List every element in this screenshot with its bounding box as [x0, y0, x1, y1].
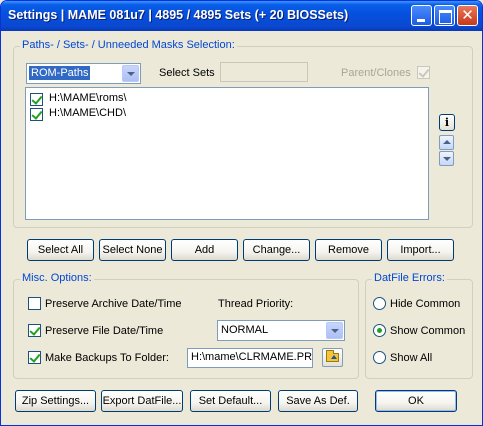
browse-folder-button[interactable]: [322, 348, 343, 367]
move-up-button[interactable]: [439, 135, 454, 150]
paths-group-legend: Paths- / Sets- / Unneeded Masks Selectio…: [20, 39, 237, 51]
datfile-errors-legend: DatFile Errors:: [372, 272, 447, 284]
select-all-button[interactable]: Select All: [27, 239, 94, 261]
add-button[interactable]: Add: [171, 239, 238, 261]
preserve-archive-label[interactable]: Preserve Archive Date/Time: [45, 298, 182, 310]
parent-clones-label: Parent/Clones: [341, 67, 411, 79]
info-icon: i: [444, 116, 450, 129]
show-common-label[interactable]: Show Common: [390, 325, 465, 337]
path-mode-select[interactable]: ROM-Paths: [26, 63, 141, 84]
thread-priority-value: NORMAL: [221, 324, 269, 336]
show-common-radio[interactable]: [373, 324, 386, 337]
path-checkbox[interactable]: [30, 108, 43, 121]
move-down-button[interactable]: [439, 151, 454, 166]
zip-settings-button[interactable]: Zip Settings...: [15, 390, 96, 412]
maximize-button[interactable]: [434, 5, 455, 26]
paths-listbox[interactable]: H:\MAME\roms\ H:\MAME\CHD\: [25, 87, 429, 220]
thread-priority-select[interactable]: NORMAL: [217, 320, 345, 341]
close-button[interactable]: ✕: [457, 5, 478, 26]
thread-priority-label: Thread Priority:: [218, 298, 294, 310]
preserve-file-checkbox[interactable]: [28, 324, 41, 337]
select-sets-label: Select Sets: [159, 67, 215, 79]
remove-button[interactable]: Remove: [315, 239, 382, 261]
chevron-down-icon[interactable]: [122, 65, 139, 82]
select-sets-field: [220, 62, 308, 82]
parent-clones-checkbox: [417, 66, 430, 79]
path-text: H:\MAME\roms\: [49, 92, 127, 104]
import-button[interactable]: Import...: [387, 239, 454, 261]
export-datfile-button[interactable]: Export DatFile...: [101, 390, 183, 412]
backup-folder-field[interactable]: H:\mame\CLRMAME.PR: [187, 348, 313, 368]
window-title: Settings | MAME 081u7 | 4895 / 4895 Sets…: [8, 8, 349, 22]
show-all-label[interactable]: Show All: [390, 352, 432, 364]
path-mode-value: ROM-Paths: [29, 66, 91, 80]
minimize-button[interactable]: [411, 5, 432, 26]
settings-window: Settings | MAME 081u7 | 4895 / 4895 Sets…: [0, 0, 483, 426]
path-checkbox[interactable]: [30, 93, 43, 106]
folder-icon: [326, 350, 339, 362]
show-all-radio[interactable]: [373, 351, 386, 364]
title-bar[interactable]: Settings | MAME 081u7 | 4895 / 4895 Sets…: [1, 1, 482, 31]
set-default-button[interactable]: Set Default...: [190, 390, 271, 412]
change-button[interactable]: Change...: [243, 239, 310, 261]
preserve-archive-checkbox[interactable]: [28, 297, 41, 310]
make-backups-checkbox[interactable]: [28, 351, 41, 364]
path-text: H:\MAME\CHD\: [49, 107, 126, 119]
info-button[interactable]: i: [439, 114, 455, 131]
save-as-def-button[interactable]: Save As Def.: [278, 390, 358, 412]
close-icon: ✕: [461, 6, 474, 24]
chevron-down-icon[interactable]: [326, 322, 343, 339]
hide-common-label[interactable]: Hide Common: [390, 298, 460, 310]
ok-button[interactable]: OK: [375, 390, 457, 412]
select-none-button[interactable]: Select None: [99, 239, 166, 261]
make-backups-label[interactable]: Make Backups To Folder:: [45, 352, 169, 364]
misc-options-legend: Misc. Options:: [20, 272, 94, 284]
preserve-file-label[interactable]: Preserve File Date/Time: [45, 325, 163, 337]
hide-common-radio[interactable]: [373, 297, 386, 310]
